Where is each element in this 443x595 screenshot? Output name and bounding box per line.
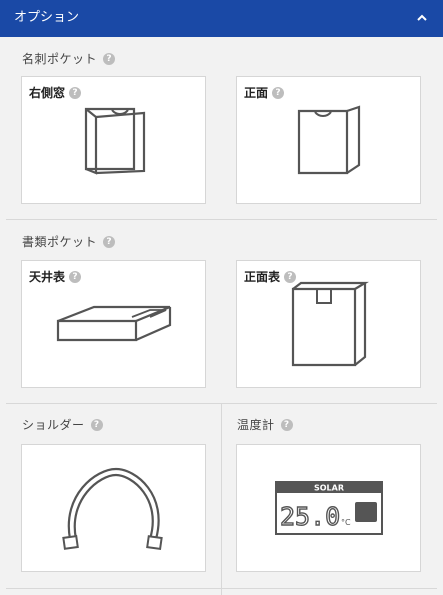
option-card-front-cover[interactable]: 正面表 ? [236, 260, 421, 388]
solar-label: SOLAR [314, 484, 344, 493]
flat-box-icon [56, 305, 172, 342]
option-card-top-cover[interactable]: 天井表 ? [21, 260, 206, 388]
business-card-pocket-heading: 名刺ポケット ? [22, 52, 116, 66]
help-icon[interactable]: ? [103, 53, 116, 65]
document-pocket-heading: 書類ポケット ? [22, 235, 116, 249]
shoulder-strap-icon [62, 467, 163, 551]
thermometer-label: 温度計 [237, 418, 275, 432]
option-card-front[interactable]: 正面 ? [236, 76, 421, 204]
temperature-unit: °C [341, 518, 351, 527]
help-icon[interactable]: ? [90, 419, 103, 431]
pocket-box-icon [84, 107, 146, 175]
options-header[interactable]: オプション [0, 0, 443, 37]
option-card-shoulder-strap[interactable] [21, 444, 206, 572]
temperature-reading: 25.0 [280, 502, 340, 531]
option-card-thermometer[interactable]: SOLAR 25.0 °C [236, 444, 421, 572]
help-icon[interactable]: ? [280, 419, 293, 431]
help-icon[interactable]: ? [272, 86, 285, 99]
option-label: 天井表 [29, 270, 66, 284]
thermometer-display-icon: SOLAR 25.0 °C [275, 481, 383, 535]
option-card-label-wrap: 右側窓 ? [29, 84, 82, 101]
pocket-box-icon [297, 105, 361, 175]
option-label: 右側窓 [29, 86, 66, 100]
option-label: 正面表 [244, 270, 281, 284]
thermometer-heading: 温度計 ? [237, 418, 293, 432]
help-icon[interactable]: ? [69, 270, 82, 283]
document-pocket-label: 書類ポケット [22, 235, 98, 249]
option-card-right-window[interactable]: 右側窓 ? [21, 76, 206, 204]
column-divider [221, 404, 222, 595]
section-divider [6, 588, 437, 589]
section-divider [6, 219, 437, 220]
option-card-label-wrap: 天井表 ? [29, 268, 82, 285]
business-card-pocket-label: 名刺ポケット [22, 52, 98, 66]
options-title: オプション [14, 10, 80, 25]
tall-box-icon [291, 281, 369, 367]
option-card-label-wrap: 正面 ? [244, 84, 285, 101]
help-icon[interactable]: ? [69, 86, 82, 99]
shoulder-heading: ショルダー ? [22, 418, 103, 432]
chevron-up-icon[interactable] [415, 12, 429, 24]
option-label: 正面 [244, 86, 269, 100]
help-icon[interactable]: ? [103, 236, 116, 248]
shoulder-label: ショルダー [22, 418, 85, 432]
